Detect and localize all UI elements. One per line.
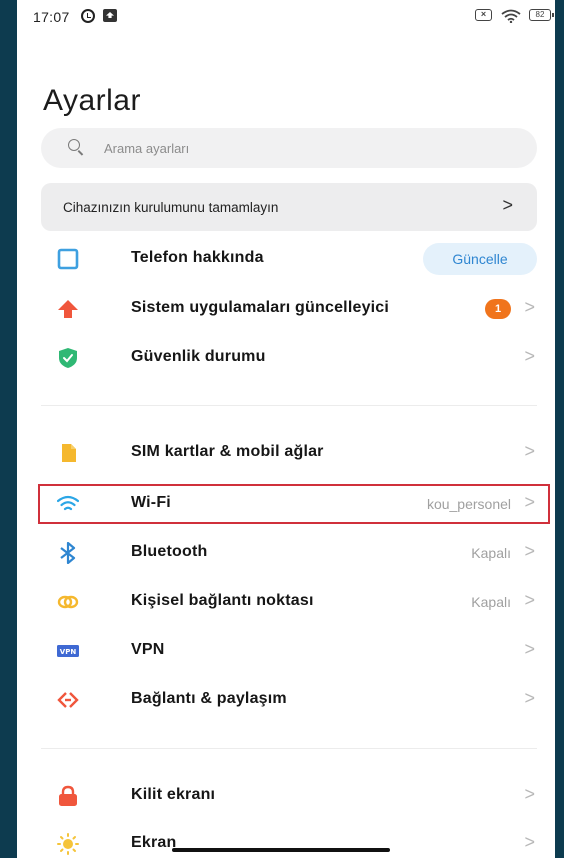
settings-item-display[interactable]: Ekran > <box>41 820 537 858</box>
chevron-right-icon: > <box>524 492 535 512</box>
settings-item-label: Ekran <box>131 834 177 851</box>
settings-item-wifi[interactable]: Wi-Fi kou_personel > <box>41 480 537 528</box>
settings-item-label: VPN <box>131 641 165 658</box>
search-icon <box>68 139 80 151</box>
settings-item-security-status[interactable]: Güvenlik durumu > <box>41 334 537 382</box>
svg-text:VPN: VPN <box>60 648 77 656</box>
bluetooth-status: Kapalı <box>471 545 511 561</box>
wifi-icon <box>501 9 521 23</box>
settings-item-label: Kişisel bağlantı noktası <box>131 592 314 609</box>
wifi-icon <box>57 495 79 511</box>
settings-item-label: Bağlantı & paylaşım <box>131 690 287 707</box>
settings-item-label: SIM kartlar & mobil ağlar <box>131 443 324 460</box>
settings-item-label: Telefon hakkında <box>131 249 264 266</box>
lock-icon <box>59 785 77 806</box>
search-bar[interactable]: Arama ayarları <box>41 128 537 168</box>
settings-item-vpn[interactable]: VPN VPN > <box>41 627 537 675</box>
section-divider <box>41 405 537 406</box>
phone-info-icon <box>57 248 79 270</box>
settings-item-label: Bluetooth <box>131 543 208 560</box>
update-button[interactable]: Güncelle <box>423 243 537 275</box>
update-count-badge: 1 <box>485 299 511 319</box>
arrow-up-icon <box>58 300 78 318</box>
chevron-right-icon: > <box>502 195 513 215</box>
chevron-right-icon: > <box>524 784 535 804</box>
right-border <box>555 0 564 858</box>
page-title: Ayarlar <box>43 84 141 117</box>
hotspot-icon <box>57 595 79 609</box>
status-time: 17:07 <box>33 9 70 25</box>
alarm-clock-icon <box>81 9 95 23</box>
chevron-right-icon: > <box>524 639 535 659</box>
no-sim-icon: × <box>475 9 492 21</box>
chevron-right-icon: > <box>524 297 535 317</box>
chevron-right-icon: > <box>524 346 535 366</box>
settings-screen: 17:07 × 82 Ayarlar Arama ayarları Cihazı… <box>17 0 555 858</box>
sun-icon <box>57 833 79 855</box>
home-indicator[interactable] <box>172 848 390 852</box>
bluetooth-icon <box>60 542 76 564</box>
settings-item-bluetooth[interactable]: Bluetooth Kapalı > <box>41 529 537 577</box>
chevron-right-icon: > <box>524 688 535 708</box>
share-icon <box>57 692 79 708</box>
status-bar: 17:07 × 82 <box>17 0 555 30</box>
search-placeholder: Arama ayarları <box>104 141 190 156</box>
settings-item-lock-screen[interactable]: Kilit ekranı > <box>41 772 537 820</box>
settings-item-label: Sistem uygulamaları güncelleyici <box>131 299 390 316</box>
chevron-right-icon: > <box>524 541 535 561</box>
vpn-icon: VPN <box>57 645 79 657</box>
sim-card-icon <box>62 444 76 462</box>
settings-item-label: Wi-Fi <box>131 494 171 511</box>
hotspot-status: Kapalı <box>471 594 511 610</box>
settings-item-label: Güvenlik durumu <box>131 348 266 365</box>
chevron-right-icon: > <box>524 832 535 852</box>
settings-item-connection-sharing[interactable]: Bağlantı & paylaşım > <box>41 676 537 724</box>
settings-item-system-updater[interactable]: Sistem uygulamaları güncelleyici 1 > <box>41 285 537 333</box>
settings-item-sim-mobile[interactable]: SIM kartlar & mobil ağlar > <box>41 429 537 477</box>
chevron-right-icon: > <box>524 590 535 610</box>
shield-check-icon <box>59 348 77 368</box>
chevron-right-icon: > <box>524 441 535 461</box>
settings-item-phone-info[interactable]: Telefon hakkında Güncelle <box>41 235 537 283</box>
wifi-network-name: kou_personel <box>426 496 511 512</box>
left-border <box>0 0 17 858</box>
upload-notification-icon <box>103 9 117 22</box>
battery-icon: 82 <box>529 9 554 21</box>
section-divider <box>41 748 537 749</box>
settings-item-hotspot[interactable]: Kişisel bağlantı noktası Kapalı > <box>41 578 537 626</box>
setup-banner[interactable]: Cihazınızın kurulumunu tamamlayın > <box>41 183 537 231</box>
settings-item-label: Kilit ekranı <box>131 786 216 803</box>
setup-banner-text: Cihazınızın kurulumunu tamamlayın <box>63 200 279 215</box>
